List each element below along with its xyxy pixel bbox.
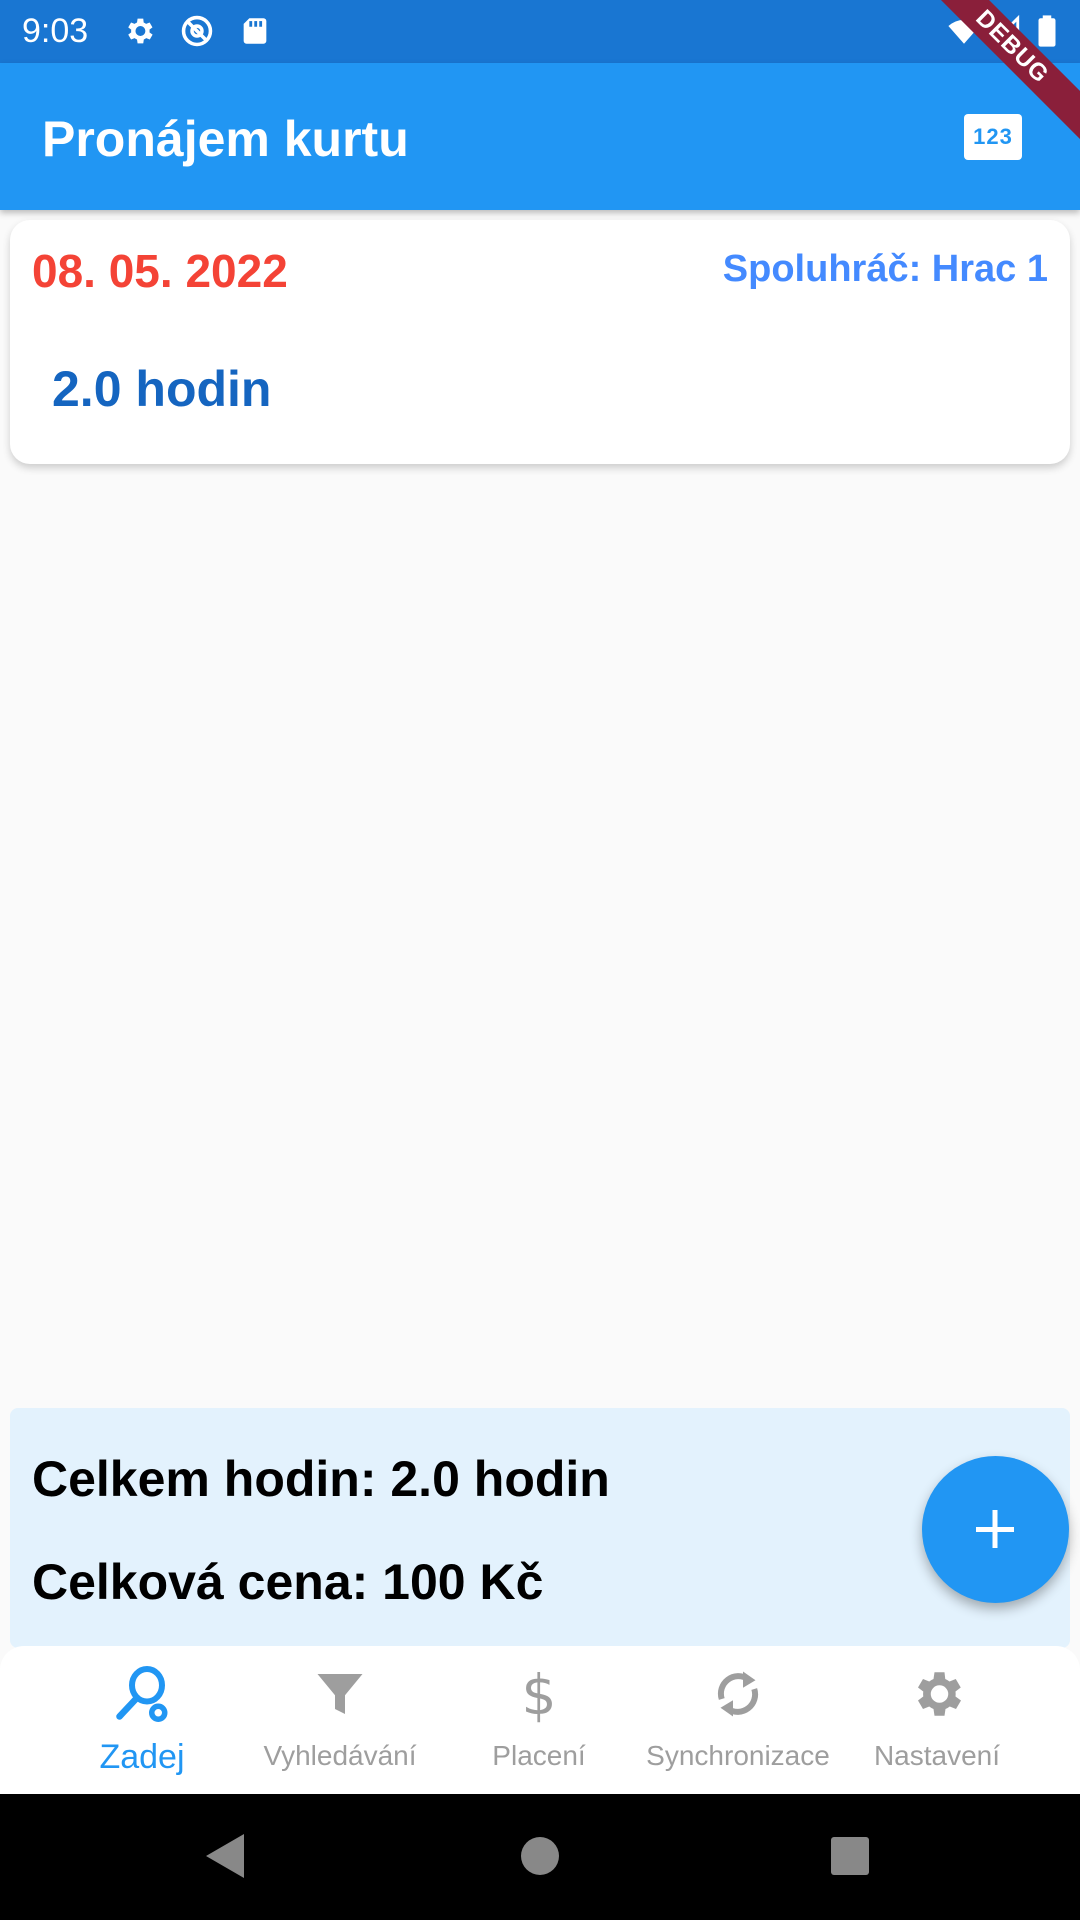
filter-icon bbox=[317, 1674, 363, 1714]
page-title: Pronájem kurtu bbox=[42, 111, 409, 167]
back-icon[interactable] bbox=[204, 1832, 246, 1880]
total-hours: Celkem hodin: 2.0 hodin bbox=[32, 1451, 610, 1507]
reservation-card[interactable]: 08. 05. 2022 Spoluhráč: Hrac 1 2.0 hodin bbox=[10, 220, 1070, 464]
sd-card-icon bbox=[243, 18, 267, 44]
numbers-icon[interactable]: 123 bbox=[964, 114, 1022, 160]
nav-item-nastaveni[interactable]: Nastavení bbox=[837, 1646, 1037, 1794]
recents-icon[interactable] bbox=[830, 1836, 870, 1876]
dollar-icon: $ bbox=[522, 1664, 557, 1724]
nav-label-zadej: Zadej bbox=[99, 1738, 185, 1776]
sync-icon bbox=[717, 1671, 759, 1717]
battery-icon bbox=[1038, 15, 1056, 47]
system-navigation-bar bbox=[0, 1794, 1080, 1920]
nav-label-vyhledavani: Vyhledávání bbox=[263, 1740, 417, 1771]
tennis-racket-icon bbox=[116, 1666, 168, 1722]
at-sign-icon bbox=[181, 15, 213, 47]
svg-text:$: $ bbox=[522, 1664, 557, 1724]
settings-icon bbox=[128, 18, 153, 44]
nav-label-synchronizace: Synchronizace bbox=[646, 1740, 830, 1771]
reservation-date: 08. 05. 2022 bbox=[32, 245, 288, 297]
nav-item-vyhledavani[interactable]: Vyhledávání bbox=[240, 1646, 440, 1794]
reservation-hours: 2.0 hodin bbox=[52, 361, 272, 417]
home-icon[interactable] bbox=[518, 1834, 562, 1878]
gear-icon bbox=[918, 1672, 961, 1716]
summary-panel: Celkem hodin: 2.0 hodin Celková cena: 10… bbox=[10, 1408, 1070, 1648]
total-price: Celková cena: 100 Kč bbox=[32, 1554, 544, 1610]
nav-label-nastaveni: Nastavení bbox=[873, 1740, 1001, 1771]
add-button[interactable] bbox=[922, 1456, 1069, 1603]
bottom-navigation: Zadej Vyhledávání $ Placení Synchronizac… bbox=[0, 1646, 1080, 1794]
status-bar: 9:03 bbox=[0, 0, 1080, 63]
nav-item-placeni[interactable]: $ Placení bbox=[439, 1646, 639, 1794]
nav-item-synchronizace[interactable]: Synchronizace bbox=[638, 1646, 838, 1794]
app-bar: Pronájem kurtu 123 bbox=[0, 63, 1080, 210]
nav-label-placeni: Placení bbox=[492, 1740, 586, 1771]
plus-icon bbox=[976, 1510, 1014, 1548]
reservation-partner: Spoluhráč: Hrac 1 bbox=[722, 248, 1048, 290]
status-time: 9:03 bbox=[22, 12, 89, 50]
nav-item-zadej[interactable]: Zadej bbox=[42, 1646, 242, 1794]
